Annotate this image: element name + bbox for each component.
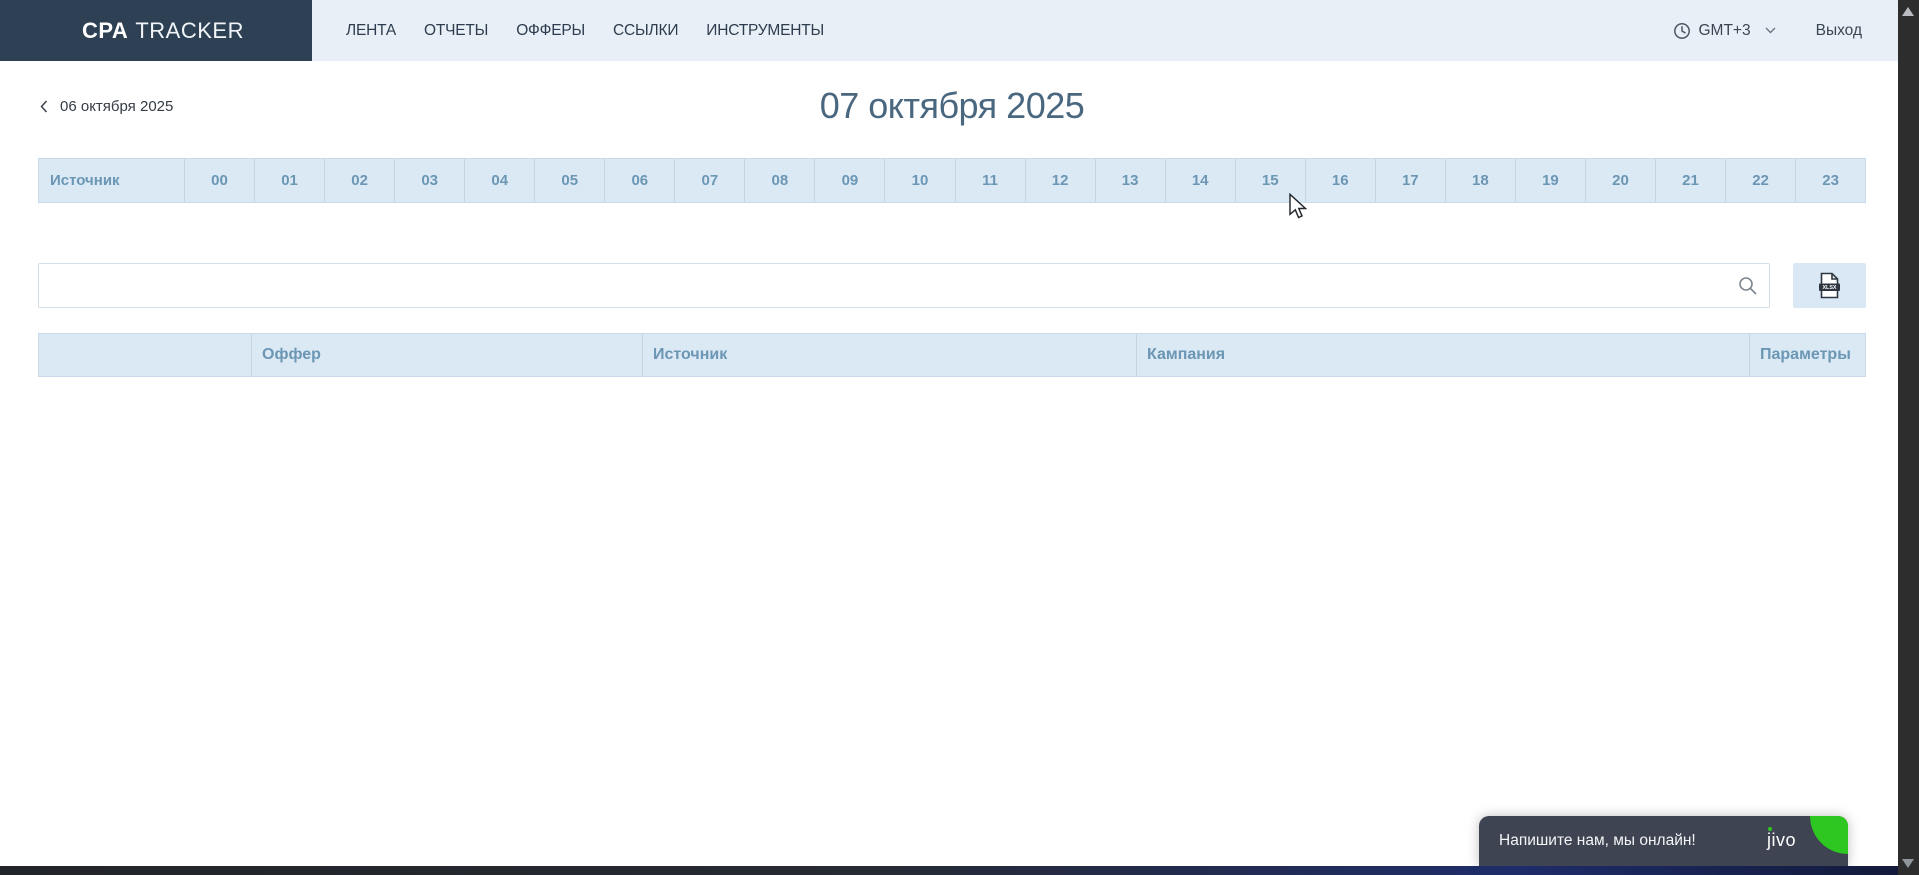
nav-item-otchety[interactable]: ОТЧЕТЫ [424, 22, 488, 40]
clock-icon [1673, 22, 1691, 40]
hour-cell-18[interactable]: 18 [1445, 159, 1515, 202]
bottom-section-edge [0, 866, 1898, 875]
export-xlsx-button[interactable]: XLSX [1793, 263, 1866, 308]
cpa-tracker-page: CPA TRACKER ЛЕНТА ОТЧЕТЫ ОФФЕРЫ ССЫЛКИ ИНСТР… [0, 0, 1919, 875]
hour-cell-14[interactable]: 14 [1165, 159, 1235, 202]
hourly-table-header: Источник 0001020304050607080910111213141… [38, 158, 1866, 203]
chat-widget[interactable]: Напишите нам, мы онлайн! jivo [1479, 816, 1848, 866]
hour-cell-15[interactable]: 15 [1235, 159, 1305, 202]
hour-cell-10[interactable]: 10 [884, 159, 954, 202]
nav-item-instrumenty[interactable]: ИНСТРУМЕНТЫ [706, 22, 824, 40]
nav-item-offery[interactable]: ОФФЕРЫ [516, 22, 585, 40]
timezone-selector[interactable]: GMT+3 [1673, 22, 1776, 40]
hour-cell-06[interactable]: 06 [604, 159, 674, 202]
results-col-empty [39, 334, 251, 376]
hour-cell-11[interactable]: 11 [955, 159, 1025, 202]
hour-cell-05[interactable]: 05 [534, 159, 604, 202]
main-nav: ЛЕНТА ОТЧЕТЫ ОФФЕРЫ ССЫЛКИ ИНСТРУМЕНТЫ [346, 0, 824, 61]
search-input[interactable] [38, 263, 1770, 308]
scroll-up-arrow-icon[interactable] [1902, 7, 1914, 16]
hour-cell-12[interactable]: 12 [1025, 159, 1095, 202]
hour-cell-07[interactable]: 07 [674, 159, 744, 202]
nav-item-lenta[interactable]: ЛЕНТА [346, 22, 396, 40]
results-table-header: ОфферИсточникКампанияПараметры [38, 333, 1866, 377]
top-header: CPA TRACKER ЛЕНТА ОТЧЕТЫ ОФФЕРЫ ССЫЛКИ ИНСТР… [0, 0, 1898, 61]
hour-cell-21[interactable]: 21 [1655, 159, 1725, 202]
hour-cell-00[interactable]: 00 [184, 159, 254, 202]
hour-cell-19[interactable]: 19 [1515, 159, 1585, 202]
hour-cell-09[interactable]: 09 [814, 159, 884, 202]
hour-cell-17[interactable]: 17 [1375, 159, 1445, 202]
hour-cell-20[interactable]: 20 [1585, 159, 1655, 202]
results-col-2: Источник [642, 334, 1136, 376]
hour-cell-13[interactable]: 13 [1095, 159, 1165, 202]
hour-source-header: Источник [39, 159, 184, 202]
results-col-3: Кампания [1136, 334, 1749, 376]
results-col-4: Параметры [1749, 334, 1867, 376]
hour-cell-23[interactable]: 23 [1795, 159, 1865, 202]
logout-link[interactable]: Выход [1816, 22, 1862, 40]
vertical-scrollbar[interactable] [1898, 0, 1919, 875]
hour-cell-03[interactable]: 03 [394, 159, 464, 202]
hour-cell-08[interactable]: 08 [744, 159, 814, 202]
app-logo[interactable]: CPA TRACKER [0, 0, 312, 61]
hour-cell-02[interactable]: 02 [324, 159, 394, 202]
logo-bold-text: CPA [82, 18, 128, 44]
hour-cell-22[interactable]: 22 [1725, 159, 1795, 202]
scroll-down-arrow-icon[interactable] [1902, 859, 1914, 868]
jivo-logo: jivo [1767, 830, 1796, 851]
hour-cell-04[interactable]: 04 [464, 159, 534, 202]
xlsx-badge-text: XLSX [1822, 285, 1836, 291]
search-icon[interactable] [1738, 276, 1758, 296]
jivo-leaf-icon [1810, 816, 1848, 854]
header-right: GMT+3 Выход [1673, 0, 1863, 61]
hour-cell-01[interactable]: 01 [254, 159, 324, 202]
chat-message: Напишите нам, мы онлайн! [1499, 832, 1696, 850]
nav-item-ssylki[interactable]: ССЫЛКИ [613, 22, 678, 40]
results-col-1: Оффер [251, 334, 642, 376]
page-title: 07 октября 2025 [38, 85, 1866, 127]
chevron-down-icon [1765, 27, 1776, 34]
xlsx-file-icon: XLSX [1818, 272, 1841, 299]
timezone-label: GMT+3 [1699, 22, 1751, 40]
search-bar [38, 263, 1770, 308]
hour-cell-16[interactable]: 16 [1305, 159, 1375, 202]
logo-rest-text: TRACKER [135, 18, 244, 44]
